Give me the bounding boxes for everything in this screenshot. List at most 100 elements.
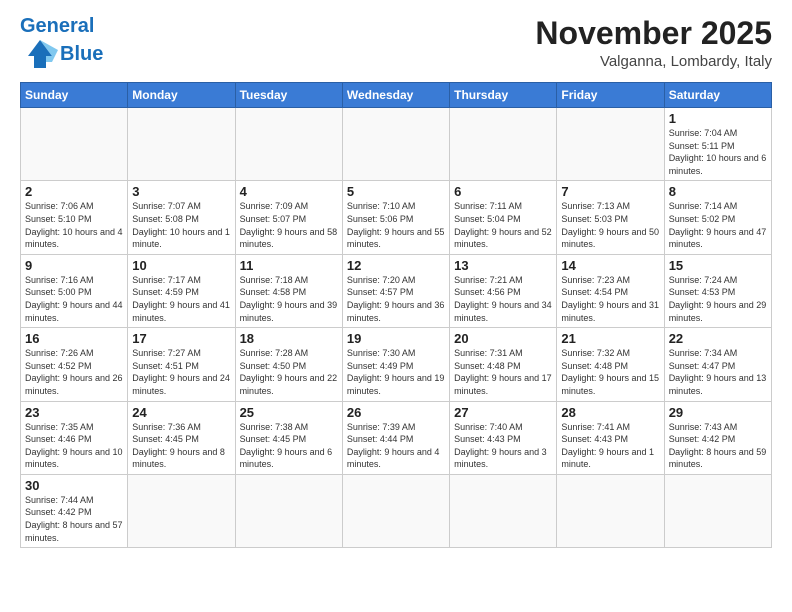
- calendar-cell: [21, 108, 128, 181]
- calendar-cell: 13Sunrise: 7:21 AM Sunset: 4:56 PM Dayli…: [450, 254, 557, 327]
- day-info: Sunrise: 7:09 AM Sunset: 5:07 PM Dayligh…: [240, 200, 338, 250]
- day-info: Sunrise: 7:43 AM Sunset: 4:42 PM Dayligh…: [669, 421, 767, 471]
- calendar-cell: [235, 108, 342, 181]
- day-number: 28: [561, 405, 659, 420]
- day-number: 17: [132, 331, 230, 346]
- calendar-cell: 2Sunrise: 7:06 AM Sunset: 5:10 PM Daylig…: [21, 181, 128, 254]
- day-info: Sunrise: 7:44 AM Sunset: 4:42 PM Dayligh…: [25, 494, 123, 544]
- week-row-3: 16Sunrise: 7:26 AM Sunset: 4:52 PM Dayli…: [21, 328, 772, 401]
- logo-icon: [22, 36, 58, 72]
- calendar-cell: [557, 474, 664, 547]
- weekday-monday: Monday: [128, 83, 235, 108]
- day-info: Sunrise: 7:20 AM Sunset: 4:57 PM Dayligh…: [347, 274, 445, 324]
- calendar: SundayMondayTuesdayWednesdayThursdayFrid…: [20, 82, 772, 548]
- day-info: Sunrise: 7:36 AM Sunset: 4:45 PM Dayligh…: [132, 421, 230, 471]
- weekday-thursday: Thursday: [450, 83, 557, 108]
- calendar-cell: 15Sunrise: 7:24 AM Sunset: 4:53 PM Dayli…: [664, 254, 771, 327]
- calendar-cell: 19Sunrise: 7:30 AM Sunset: 4:49 PM Dayli…: [342, 328, 449, 401]
- day-info: Sunrise: 7:07 AM Sunset: 5:08 PM Dayligh…: [132, 200, 230, 250]
- calendar-cell: [342, 474, 449, 547]
- calendar-cell: 9Sunrise: 7:16 AM Sunset: 5:00 PM Daylig…: [21, 254, 128, 327]
- calendar-cell: 4Sunrise: 7:09 AM Sunset: 5:07 PM Daylig…: [235, 181, 342, 254]
- calendar-cell: 24Sunrise: 7:36 AM Sunset: 4:45 PM Dayli…: [128, 401, 235, 474]
- day-number: 27: [454, 405, 552, 420]
- day-info: Sunrise: 7:41 AM Sunset: 4:43 PM Dayligh…: [561, 421, 659, 471]
- week-row-0: 1Sunrise: 7:04 AM Sunset: 5:11 PM Daylig…: [21, 108, 772, 181]
- week-row-5: 30Sunrise: 7:44 AM Sunset: 4:42 PM Dayli…: [21, 474, 772, 547]
- day-info: Sunrise: 7:26 AM Sunset: 4:52 PM Dayligh…: [25, 347, 123, 397]
- calendar-cell: 26Sunrise: 7:39 AM Sunset: 4:44 PM Dayli…: [342, 401, 449, 474]
- day-number: 10: [132, 258, 230, 273]
- calendar-cell: [450, 108, 557, 181]
- calendar-cell: [128, 108, 235, 181]
- calendar-cell: 8Sunrise: 7:14 AM Sunset: 5:02 PM Daylig…: [664, 181, 771, 254]
- calendar-cell: [557, 108, 664, 181]
- weekday-tuesday: Tuesday: [235, 83, 342, 108]
- week-row-4: 23Sunrise: 7:35 AM Sunset: 4:46 PM Dayli…: [21, 401, 772, 474]
- calendar-cell: 10Sunrise: 7:17 AM Sunset: 4:59 PM Dayli…: [128, 254, 235, 327]
- day-info: Sunrise: 7:06 AM Sunset: 5:10 PM Dayligh…: [25, 200, 123, 250]
- calendar-cell: 1Sunrise: 7:04 AM Sunset: 5:11 PM Daylig…: [664, 108, 771, 181]
- day-number: 9: [25, 258, 123, 273]
- day-info: Sunrise: 7:17 AM Sunset: 4:59 PM Dayligh…: [132, 274, 230, 324]
- calendar-cell: 21Sunrise: 7:32 AM Sunset: 4:48 PM Dayli…: [557, 328, 664, 401]
- day-info: Sunrise: 7:40 AM Sunset: 4:43 PM Dayligh…: [454, 421, 552, 471]
- day-number: 21: [561, 331, 659, 346]
- day-number: 5: [347, 184, 445, 199]
- calendar-cell: 18Sunrise: 7:28 AM Sunset: 4:50 PM Dayli…: [235, 328, 342, 401]
- day-info: Sunrise: 7:24 AM Sunset: 4:53 PM Dayligh…: [669, 274, 767, 324]
- week-row-2: 9Sunrise: 7:16 AM Sunset: 5:00 PM Daylig…: [21, 254, 772, 327]
- week-row-1: 2Sunrise: 7:06 AM Sunset: 5:10 PM Daylig…: [21, 181, 772, 254]
- day-info: Sunrise: 7:11 AM Sunset: 5:04 PM Dayligh…: [454, 200, 552, 250]
- day-info: Sunrise: 7:34 AM Sunset: 4:47 PM Dayligh…: [669, 347, 767, 397]
- day-number: 11: [240, 258, 338, 273]
- day-info: Sunrise: 7:21 AM Sunset: 4:56 PM Dayligh…: [454, 274, 552, 324]
- calendar-cell: [342, 108, 449, 181]
- calendar-cell: [664, 474, 771, 547]
- calendar-cell: 14Sunrise: 7:23 AM Sunset: 4:54 PM Dayli…: [557, 254, 664, 327]
- page: General Blue November 2025 Valganna, Lom…: [0, 0, 792, 612]
- day-number: 3: [132, 184, 230, 199]
- weekday-friday: Friday: [557, 83, 664, 108]
- day-info: Sunrise: 7:38 AM Sunset: 4:45 PM Dayligh…: [240, 421, 338, 471]
- day-info: Sunrise: 7:18 AM Sunset: 4:58 PM Dayligh…: [240, 274, 338, 324]
- day-info: Sunrise: 7:30 AM Sunset: 4:49 PM Dayligh…: [347, 347, 445, 397]
- calendar-cell: 20Sunrise: 7:31 AM Sunset: 4:48 PM Dayli…: [450, 328, 557, 401]
- day-number: 25: [240, 405, 338, 420]
- day-number: 26: [347, 405, 445, 420]
- calendar-cell: 11Sunrise: 7:18 AM Sunset: 4:58 PM Dayli…: [235, 254, 342, 327]
- day-info: Sunrise: 7:35 AM Sunset: 4:46 PM Dayligh…: [25, 421, 123, 471]
- day-number: 22: [669, 331, 767, 346]
- title-block: November 2025 Valganna, Lombardy, Italy: [535, 16, 772, 70]
- day-number: 19: [347, 331, 445, 346]
- calendar-cell: 22Sunrise: 7:34 AM Sunset: 4:47 PM Dayli…: [664, 328, 771, 401]
- day-info: Sunrise: 7:23 AM Sunset: 4:54 PM Dayligh…: [561, 274, 659, 324]
- day-number: 7: [561, 184, 659, 199]
- calendar-cell: [450, 474, 557, 547]
- calendar-cell: 17Sunrise: 7:27 AM Sunset: 4:51 PM Dayli…: [128, 328, 235, 401]
- calendar-cell: 6Sunrise: 7:11 AM Sunset: 5:04 PM Daylig…: [450, 181, 557, 254]
- day-info: Sunrise: 7:27 AM Sunset: 4:51 PM Dayligh…: [132, 347, 230, 397]
- calendar-cell: 28Sunrise: 7:41 AM Sunset: 4:43 PM Dayli…: [557, 401, 664, 474]
- day-number: 14: [561, 258, 659, 273]
- day-info: Sunrise: 7:32 AM Sunset: 4:48 PM Dayligh…: [561, 347, 659, 397]
- calendar-cell: 3Sunrise: 7:07 AM Sunset: 5:08 PM Daylig…: [128, 181, 235, 254]
- calendar-cell: 29Sunrise: 7:43 AM Sunset: 4:42 PM Dayli…: [664, 401, 771, 474]
- day-info: Sunrise: 7:31 AM Sunset: 4:48 PM Dayligh…: [454, 347, 552, 397]
- day-info: Sunrise: 7:13 AM Sunset: 5:03 PM Dayligh…: [561, 200, 659, 250]
- day-number: 12: [347, 258, 445, 273]
- day-number: 16: [25, 331, 123, 346]
- weekday-header-row: SundayMondayTuesdayWednesdayThursdayFrid…: [21, 83, 772, 108]
- weekday-wednesday: Wednesday: [342, 83, 449, 108]
- day-number: 18: [240, 331, 338, 346]
- day-number: 29: [669, 405, 767, 420]
- day-info: Sunrise: 7:14 AM Sunset: 5:02 PM Dayligh…: [669, 200, 767, 250]
- calendar-cell: [235, 474, 342, 547]
- location-title: Valganna, Lombardy, Italy: [535, 53, 772, 70]
- day-info: Sunrise: 7:28 AM Sunset: 4:50 PM Dayligh…: [240, 347, 338, 397]
- calendar-cell: 12Sunrise: 7:20 AM Sunset: 4:57 PM Dayli…: [342, 254, 449, 327]
- day-number: 4: [240, 184, 338, 199]
- day-number: 23: [25, 405, 123, 420]
- day-number: 8: [669, 184, 767, 199]
- day-number: 24: [132, 405, 230, 420]
